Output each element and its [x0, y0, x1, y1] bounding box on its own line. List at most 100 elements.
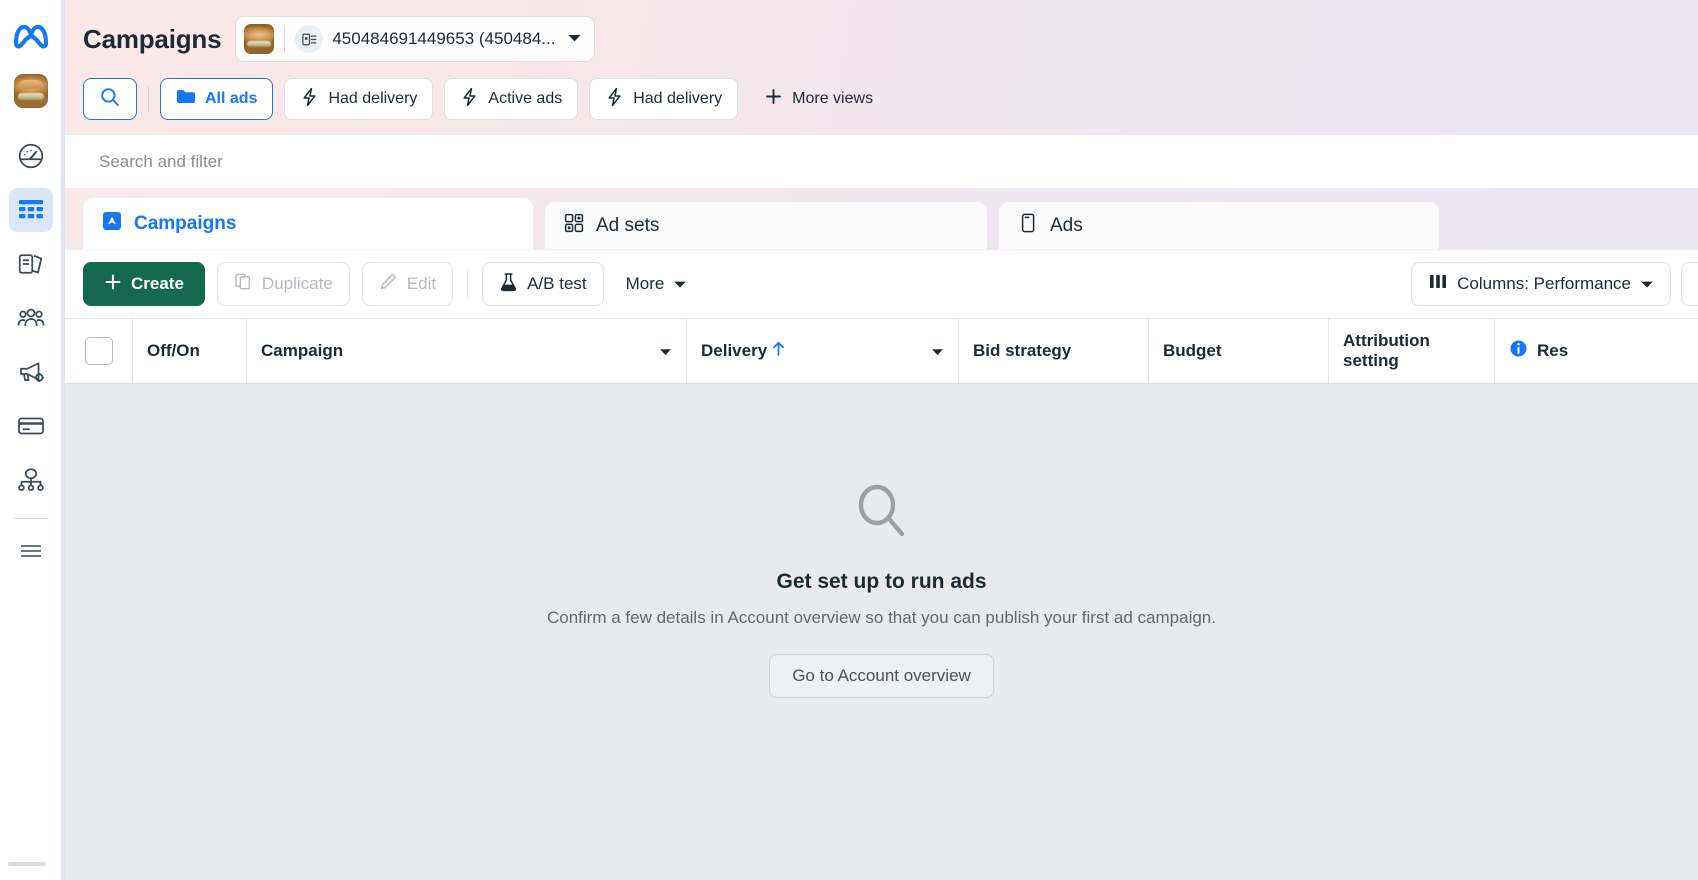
- columns-button[interactable]: Columns: Performance: [1411, 262, 1671, 306]
- top-banner: Campaigns 450484691449653 (450484... All…: [65, 0, 1698, 188]
- toolbar-right-group: Columns: Performance: [1411, 262, 1698, 306]
- rail-divider: [13, 518, 48, 519]
- chevron-down-icon: [567, 30, 582, 48]
- ad-account-icon: [295, 25, 324, 53]
- ab-test-button[interactable]: A/B test: [482, 262, 604, 306]
- sidebar-item-overview[interactable]: [9, 134, 53, 178]
- filter-views-bar: All ads Had delivery Active ads Had deli…: [65, 78, 1698, 134]
- folder-icon: [176, 88, 196, 110]
- pages-icon: [16, 249, 46, 279]
- search-button[interactable]: [83, 78, 137, 120]
- tab-label: Ad sets: [596, 215, 660, 236]
- tab-label: Campaigns: [134, 213, 237, 234]
- column-attribution-setting[interactable]: Attribution setting: [1329, 319, 1495, 383]
- column-label: Attribution setting: [1343, 330, 1430, 370]
- columns-icon: [1428, 273, 1448, 295]
- duplicate-button: Duplicate: [216, 262, 350, 306]
- table-body: Get set up to run ads Confirm a few deta…: [65, 384, 1698, 880]
- account-label: 450484691449653 (450484...: [332, 29, 556, 48]
- sidebar-item-all-tools[interactable]: [9, 529, 53, 573]
- chevron-down-icon: [673, 274, 687, 294]
- more-button[interactable]: More: [616, 262, 698, 306]
- ab-test-label: A/B test: [527, 274, 587, 293]
- view-chip-had-delivery-1[interactable]: Had delivery: [284, 78, 434, 120]
- account-divider: [284, 26, 286, 52]
- chevron-down-icon[interactable]: [659, 341, 672, 361]
- credit-card-icon: [16, 411, 46, 441]
- empty-state: Get set up to run ads Confirm a few deta…: [65, 384, 1698, 698]
- create-label: Create: [131, 274, 184, 293]
- adsets-icon: [563, 212, 585, 240]
- account-thumbnail: [244, 24, 275, 54]
- table-header-row: Off/On Campaign Delivery Bid strategy Bu…: [65, 318, 1698, 384]
- campaign-icon: [101, 210, 123, 238]
- sidebar-item-audiences[interactable]: [9, 296, 53, 340]
- column-delivery[interactable]: Delivery: [687, 319, 959, 383]
- table-icon: [17, 197, 45, 223]
- lightning-icon: [605, 87, 624, 112]
- select-all-checkbox[interactable]: [84, 337, 113, 365]
- tab-ads[interactable]: Ads: [999, 202, 1439, 250]
- left-nav-rail: [0, 0, 62, 880]
- tab-campaigns[interactable]: Campaigns: [83, 198, 533, 250]
- main-content: Campaigns 450484691449653 (450484... All…: [62, 0, 1698, 880]
- view-chip-label: Had delivery: [633, 90, 723, 107]
- go-to-account-overview-button[interactable]: Go to Account overview: [769, 654, 994, 698]
- view-chip-active-ads[interactable]: Active ads: [444, 78, 579, 120]
- breakdown-button-partial[interactable]: [1681, 262, 1698, 306]
- column-results[interactable]: Res: [1495, 319, 1698, 383]
- pencil-icon: [379, 272, 398, 296]
- search-and-filter-input[interactable]: Search and filter: [65, 134, 1698, 188]
- sidebar-item-assets[interactable]: [9, 458, 53, 502]
- view-chip-all-ads[interactable]: All ads: [160, 78, 274, 120]
- more-label: More: [625, 274, 665, 293]
- tab-label: Ads: [1050, 215, 1083, 236]
- info-icon[interactable]: [1509, 339, 1528, 363]
- toolbar-divider: [467, 269, 469, 299]
- edit-label: Edit: [406, 274, 437, 293]
- view-chip-label: All ads: [205, 90, 258, 107]
- audience-icon: [16, 303, 46, 333]
- column-label: Off/On: [147, 341, 200, 360]
- column-off-on[interactable]: Off/On: [133, 319, 247, 383]
- account-avatar[interactable]: [13, 74, 48, 108]
- column-budget[interactable]: Budget: [1149, 319, 1329, 383]
- duplicate-label: Duplicate: [261, 274, 333, 293]
- lightning-icon: [300, 87, 319, 112]
- ads-icon: [1017, 212, 1039, 240]
- view-chip-label: Had delivery: [328, 90, 418, 107]
- edit-button: Edit: [361, 262, 454, 306]
- ads-manager-app: Campaigns 450484691449653 (450484... All…: [0, 0, 1698, 880]
- more-views-button[interactable]: More views: [749, 78, 888, 120]
- sidebar-item-campaigns[interactable]: [8, 188, 53, 232]
- plus-icon: [764, 87, 783, 111]
- column-bid-strategy[interactable]: Bid strategy: [959, 319, 1149, 383]
- gauge-icon: [16, 141, 46, 171]
- more-views-label: More views: [792, 90, 874, 107]
- plus-icon: [104, 273, 122, 296]
- table-toolbar: Create Duplicate Edit A/B test More Colu…: [65, 250, 1698, 318]
- column-label: Budget: [1163, 341, 1222, 360]
- column-label: Campaign: [261, 341, 344, 360]
- sidebar-item-ad-tools[interactable]: [9, 350, 53, 394]
- view-chip-had-delivery-2[interactable]: Had delivery: [589, 78, 739, 120]
- tab-ad-sets[interactable]: Ad sets: [545, 202, 987, 250]
- megaphone-gear-icon: [16, 357, 46, 387]
- column-campaign[interactable]: Campaign: [247, 319, 687, 383]
- column-label: Res: [1537, 341, 1569, 360]
- account-selector[interactable]: 450484691449653 (450484...: [235, 16, 596, 62]
- hamburger-icon: [17, 540, 45, 562]
- create-button[interactable]: Create: [83, 262, 205, 306]
- empty-state-title: Get set up to run ads: [776, 570, 987, 593]
- flask-icon: [499, 272, 518, 297]
- lightning-icon: [460, 87, 479, 112]
- duplicate-icon: [234, 272, 253, 296]
- chevron-down-icon: [1640, 274, 1654, 294]
- sort-ascending-icon: [772, 341, 785, 361]
- column-label: Bid strategy: [973, 341, 1072, 360]
- chevron-down-icon[interactable]: [931, 341, 944, 361]
- meta-logo-icon[interactable]: [9, 18, 53, 54]
- page-title: Campaigns: [83, 23, 222, 54]
- sidebar-item-pages[interactable]: [9, 242, 53, 286]
- sidebar-item-billing[interactable]: [9, 404, 53, 448]
